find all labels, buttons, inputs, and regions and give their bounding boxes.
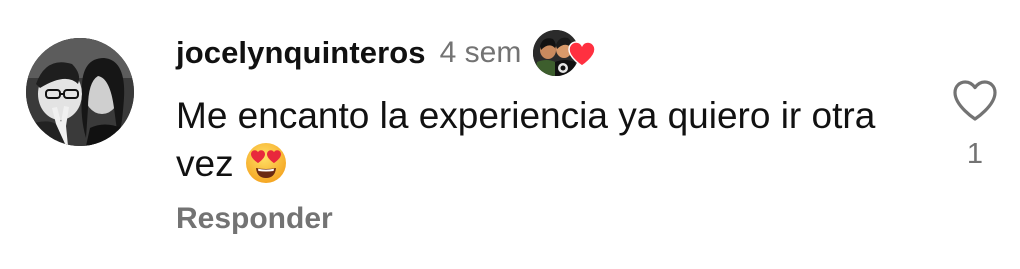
heart-eyes-emoji-icon xyxy=(244,141,288,185)
username[interactable]: jocelynquinteros xyxy=(176,35,426,71)
like-count: 1 xyxy=(966,138,984,170)
timestamp: 4 sem xyxy=(439,36,522,69)
creator-liked-badge xyxy=(533,30,599,76)
comment-header: jocelynquinteros 4 sem xyxy=(176,30,599,76)
heart-outline-icon xyxy=(950,80,1000,128)
comment-text: Me encanto la experiencia ya quiero ir o… xyxy=(176,92,916,188)
comment-item: jocelynquinteros 4 sem Me encanto la exp… xyxy=(0,0,1020,269)
heart-filled-icon xyxy=(567,40,597,68)
avatar[interactable] xyxy=(26,38,134,146)
like-button[interactable] xyxy=(950,78,1000,124)
reply-button[interactable]: Responder xyxy=(176,202,333,236)
